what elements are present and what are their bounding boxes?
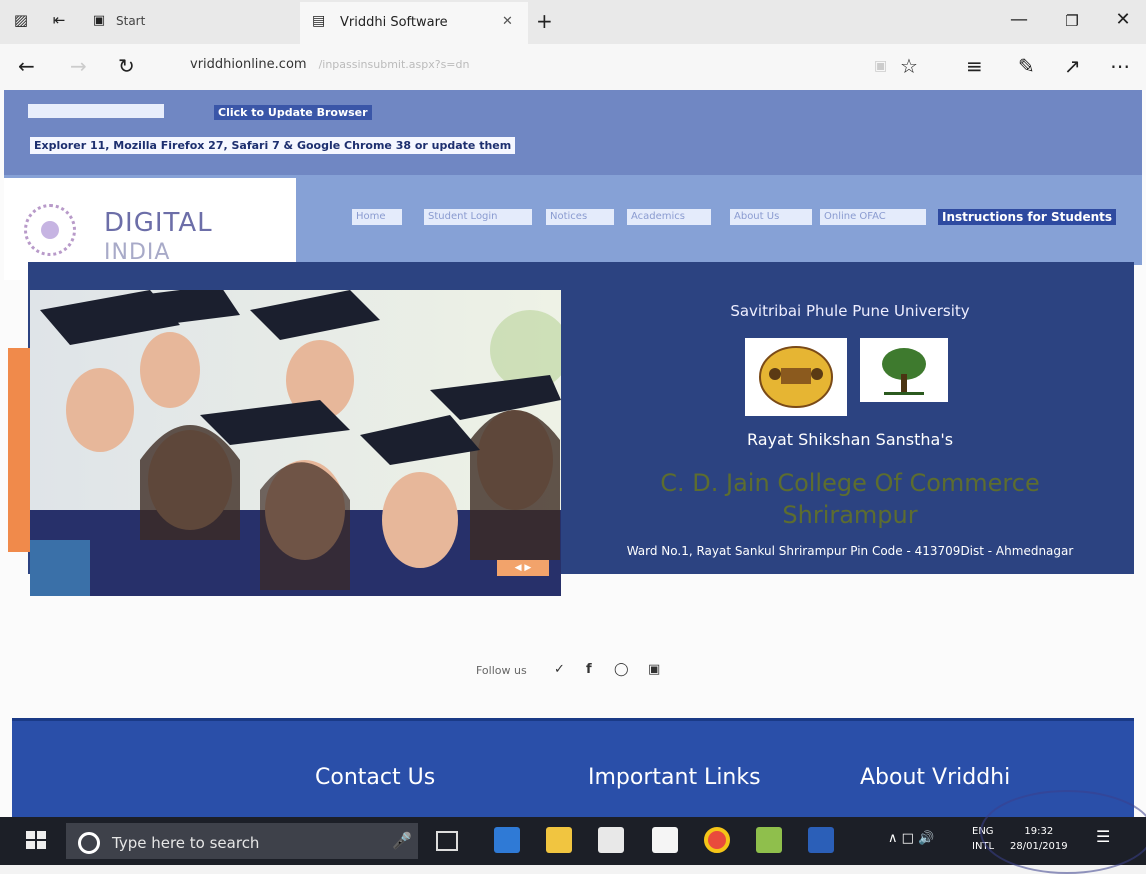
close-window-icon[interactable]: ✕ <box>1108 9 1138 30</box>
menu-about-us-label: About Us <box>734 211 780 222</box>
menu-online-ofac-label: Online OFAC <box>824 211 886 222</box>
graduates-photo <box>30 290 561 596</box>
task-view-icon[interactable] <box>436 831 458 851</box>
university-seal-icon <box>745 338 847 416</box>
digital-india-emblem-icon <box>24 204 76 256</box>
share-icon[interactable]: ↗ <box>1064 54 1081 78</box>
logo-text-digital: DIGITAL <box>104 208 213 238</box>
taskbar: Type here to search 🎤 ∧ □ 🔊 ENG INTL 19:… <box>0 817 1146 865</box>
college-address: Ward No.1, Rayat Sankul Shrirampur Pin C… <box>626 544 1074 558</box>
menu-home[interactable]: Home <box>352 209 402 225</box>
menu-about-us[interactable]: About Us <box>730 209 812 225</box>
footer: Contact Us Important Links About Vriddhi <box>12 718 1134 817</box>
old-browser-button[interactable] <box>28 104 164 118</box>
microphone-icon[interactable]: 🎤 <box>392 831 412 850</box>
more-icon[interactable]: ⋯ <box>1110 54 1130 78</box>
word-icon[interactable] <box>808 827 834 853</box>
menu-academics-label: Academics <box>631 211 686 222</box>
footer-about-heading: About Vriddhi <box>860 765 1011 790</box>
url-path: /inpassinsubmit.aspx?s=dn <box>318 58 470 71</box>
system-tray-icons[interactable]: ∧ □ 🔊 <box>888 831 934 846</box>
menu-notices[interactable]: Notices <box>546 209 614 225</box>
menu-student-login-label: Student Login <box>428 211 498 222</box>
pen-icon[interactable]: ✎ <box>1018 54 1035 78</box>
address-bar-row: ← → ↻ vriddhionline.com/inpassinsubmit.a… <box>0 44 1146 91</box>
update-browser-button[interactable]: Click to Update Browser <box>214 105 372 120</box>
reading-view-icon[interactable]: ▣ <box>874 58 887 74</box>
society-name: Rayat Shikshan Sanstha's <box>746 430 954 449</box>
instagram-icon[interactable]: ▣ <box>648 662 660 677</box>
chrome-icon[interactable] <box>704 827 730 853</box>
college-name: C. D. Jain College Of Commerce Shrirampu… <box>590 467 1110 531</box>
page-icon: ▤ <box>312 13 326 29</box>
close-tab-icon[interactable]: ✕ <box>502 14 513 29</box>
restore-tabs-icon[interactable]: ⇤ <box>50 11 68 29</box>
menu-academics[interactable]: Academics <box>627 209 711 225</box>
new-tab-icon[interactable]: + <box>536 9 553 33</box>
rayat-tree-logo-icon <box>860 338 948 402</box>
edge-icon[interactable] <box>494 827 520 853</box>
tab-strip: ▨ ⇤ ▣ Start ▤ Vriddhi Software ✕ + — ❐ ✕ <box>0 0 1146 44</box>
hub-icon[interactable]: ≡ <box>966 54 983 78</box>
taskbar-search[interactable]: Type here to search 🎤 <box>66 823 418 859</box>
twitter-icon[interactable]: ✓ <box>554 662 565 677</box>
tab-vriddhi[interactable]: ▤ Vriddhi Software ✕ <box>300 2 528 44</box>
follow-us-label: Follow us <box>476 664 527 677</box>
store-icon[interactable] <box>598 827 624 853</box>
menu-instructions[interactable]: Instructions for Students <box>938 209 1117 225</box>
ink-stamp <box>980 790 1146 874</box>
menu-notices-label: Notices <box>550 211 588 222</box>
tab-start[interactable]: ▣ Start <box>86 8 296 36</box>
browser-message: Explorer 11, Mozilla Firefox 27, Safari … <box>30 137 516 154</box>
mail-icon[interactable] <box>652 827 678 853</box>
footer-contact-heading: Contact Us <box>315 765 436 790</box>
page-icon: ▣ <box>92 13 106 28</box>
college-name-line1: C. D. Jain College Of Commerce <box>660 469 1040 497</box>
file-explorer-icon[interactable] <box>546 827 572 853</box>
menu-student-login[interactable]: Student Login <box>424 209 532 225</box>
facebook-icon[interactable]: f <box>586 662 592 677</box>
slider-controls[interactable]: ◀ ▶ <box>497 560 549 576</box>
accent-bar <box>8 348 32 552</box>
menu-online-ofac[interactable]: Online OFAC <box>820 209 926 225</box>
tab-set-aside-icon[interactable]: ▨ <box>12 11 30 29</box>
search-placeholder: Type here to search <box>112 834 260 852</box>
university-name: Savitribai Phule Pune University <box>730 302 970 320</box>
windows-start-icon[interactable] <box>26 831 48 851</box>
footer-links-heading: Important Links <box>588 765 761 790</box>
star-icon[interactable]: ☆ <box>900 54 918 78</box>
tab-label: Start <box>116 14 146 28</box>
restore-window-icon[interactable]: ❐ <box>1057 12 1087 30</box>
url-field[interactable]: vriddhionline.com/inpassinsubmit.aspx?s=… <box>190 57 469 72</box>
minimize-icon[interactable]: — <box>1004 9 1034 30</box>
image-viewer-icon[interactable] <box>756 827 782 853</box>
forward-arrow-icon[interactable]: → <box>70 54 87 78</box>
web-page: Click to Update Browser Explorer 11, Moz… <box>0 90 1146 817</box>
cortana-icon <box>78 832 100 854</box>
college-name-line2: Shrirampur <box>782 501 918 529</box>
refresh-icon[interactable]: ↻ <box>118 54 135 78</box>
back-arrow-icon[interactable]: ← <box>18 54 35 78</box>
pinterest-icon[interactable]: ◯ <box>614 662 629 677</box>
menu-home-label: Home <box>356 211 386 222</box>
url-domain: vriddhionline.com <box>190 57 307 72</box>
tab-label: Vriddhi Software <box>340 15 448 30</box>
